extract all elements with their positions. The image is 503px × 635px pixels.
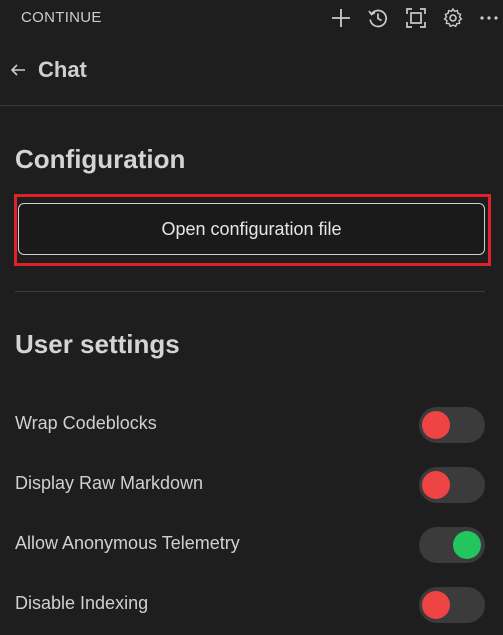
fullscreen-icon[interactable] xyxy=(405,7,427,29)
setting-label: Allow Anonymous Telemetry xyxy=(15,533,240,553)
toggle-knob xyxy=(422,411,450,439)
setting-disable-indexing: Disable Indexing xyxy=(15,587,485,623)
wrap-codeblocks-toggle[interactable] xyxy=(419,407,485,443)
setting-label: Disable Indexing xyxy=(15,593,149,613)
panel-header: CONTINUE xyxy=(0,0,503,36)
open-configuration-button[interactable]: Open configuration file xyxy=(18,203,485,255)
setting-display-raw-markdown: Display Raw Markdown xyxy=(15,467,485,503)
divider xyxy=(15,291,485,292)
gear-icon[interactable] xyxy=(442,7,464,29)
user-settings-heading: User settings xyxy=(15,329,180,359)
chat-title[interactable]: Chat xyxy=(38,57,87,83)
plus-icon[interactable] xyxy=(330,7,352,29)
setting-wrap-codeblocks: Wrap Codeblocks xyxy=(15,407,485,443)
arrow-left-icon[interactable] xyxy=(8,60,28,80)
allow-telemetry-toggle[interactable] xyxy=(419,527,485,563)
toggle-knob xyxy=(422,471,450,499)
setting-allow-telemetry: Allow Anonymous Telemetry xyxy=(15,527,485,563)
configuration-heading: Configuration xyxy=(15,144,186,174)
toggle-knob xyxy=(422,591,450,619)
more-icon[interactable] xyxy=(478,7,500,29)
display-raw-markdown-toggle[interactable] xyxy=(419,467,485,503)
setting-label: Wrap Codeblocks xyxy=(15,413,157,433)
disable-indexing-toggle[interactable] xyxy=(419,587,485,623)
chat-nav: Chat xyxy=(0,48,503,94)
toggle-knob xyxy=(453,531,481,559)
setting-label: Display Raw Markdown xyxy=(15,473,204,493)
divider xyxy=(0,105,503,106)
history-icon[interactable] xyxy=(367,7,389,29)
